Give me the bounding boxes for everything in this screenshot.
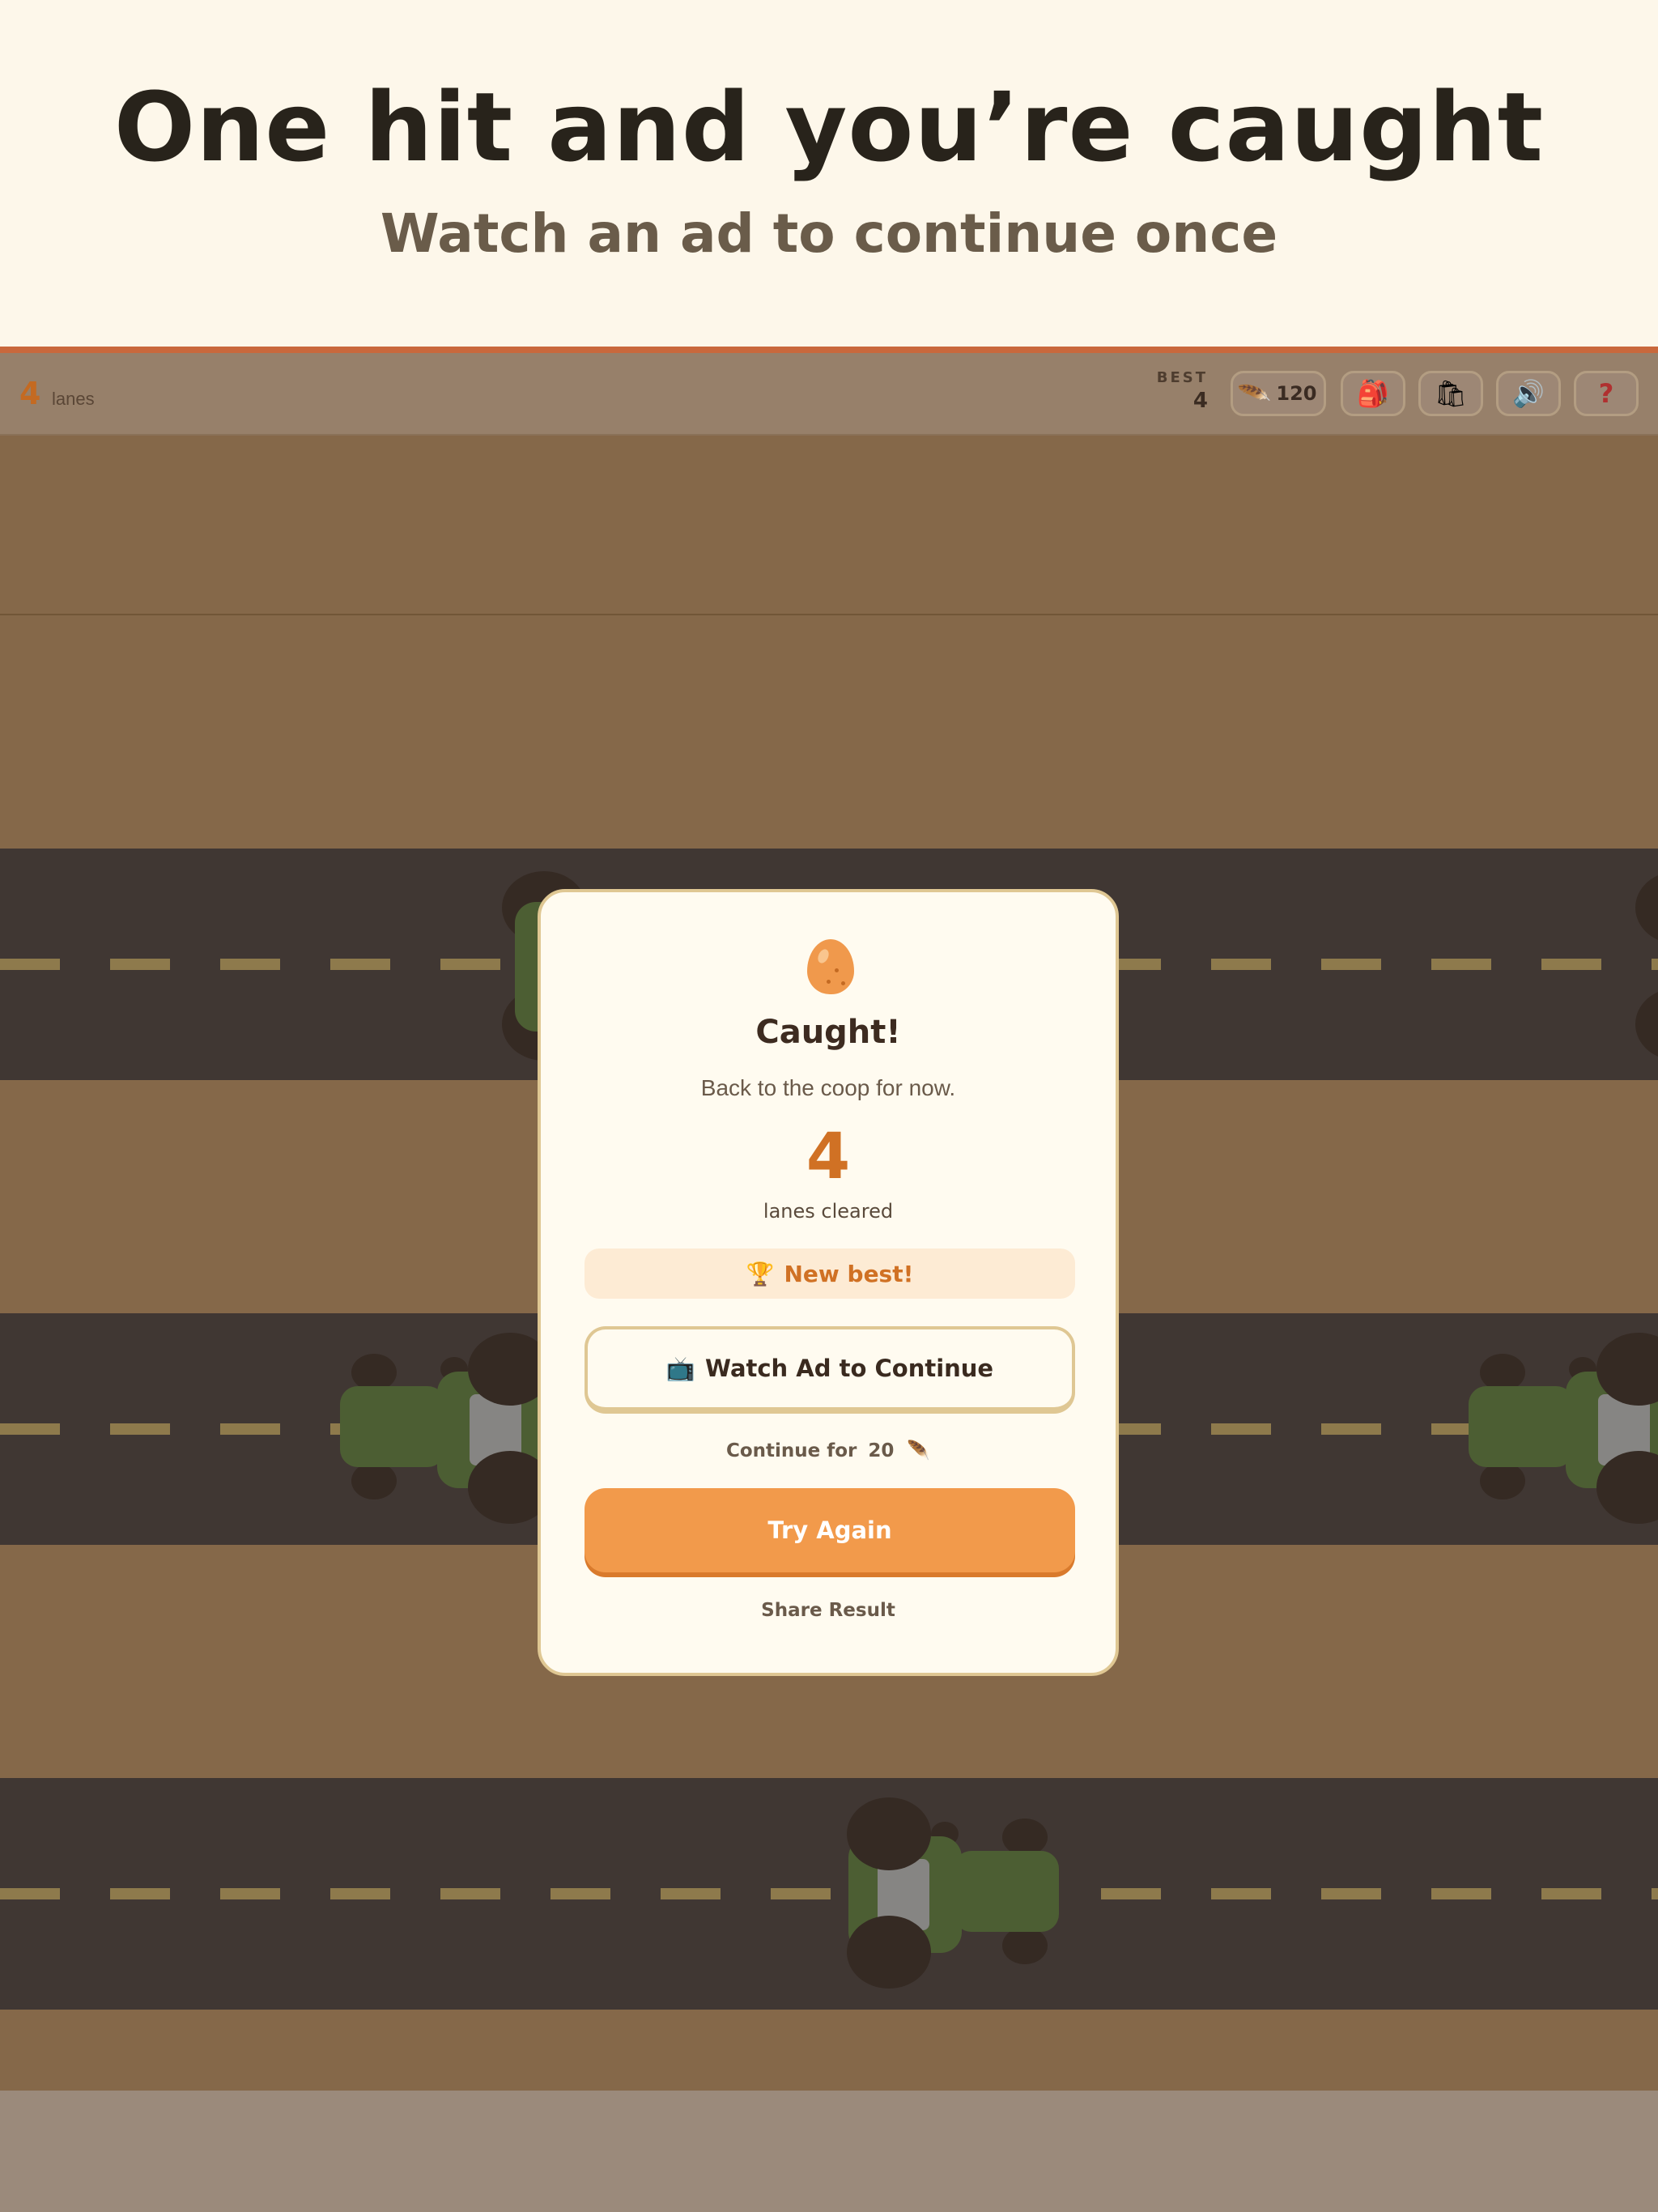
road-dash xyxy=(110,1888,170,1899)
lanes-count: 4 xyxy=(19,376,41,411)
road-dash xyxy=(1652,1888,1658,1899)
best-value: 4 xyxy=(1192,389,1208,413)
road-dash xyxy=(220,1423,280,1435)
road-dash xyxy=(110,959,170,970)
road-dash xyxy=(1211,959,1271,970)
road-dash xyxy=(0,959,60,970)
inventory-button[interactable]: 🎒 xyxy=(1341,371,1405,416)
game-over-dialog: Caught! Back to the coop for now. 4 lane… xyxy=(538,889,1119,1676)
help-button[interactable]: ? xyxy=(1574,371,1639,416)
lane-divider xyxy=(0,614,1658,615)
road-dash xyxy=(1431,959,1491,970)
road-dash xyxy=(661,1888,721,1899)
promo-banner: One hit and you’re caught Watch an ad to… xyxy=(0,0,1658,347)
shopping-bag-icon: 🛍 xyxy=(1434,378,1468,409)
watch-ad-label: Watch Ad to Continue xyxy=(704,1355,994,1382)
road-dash xyxy=(1211,1423,1271,1435)
road-dash xyxy=(1101,1888,1161,1899)
feather-icon: 🪶 xyxy=(907,1440,931,1461)
promo-subtitle: Watch an ad to continue once xyxy=(380,202,1278,265)
dialog-message: Back to the coop for now. xyxy=(700,1075,956,1100)
road-dash xyxy=(1321,1423,1381,1435)
lanes-label: lanes xyxy=(52,389,95,409)
sidewalk xyxy=(0,2091,1658,2212)
promo-divider xyxy=(0,347,1658,353)
road-dash xyxy=(330,1888,390,1899)
shop-button[interactable]: 🛍 xyxy=(1418,371,1483,416)
road-dash xyxy=(1541,1888,1601,1899)
road-dash xyxy=(1321,959,1381,970)
road-dash xyxy=(330,959,390,970)
feather-balance-button[interactable]: 🪶 120 xyxy=(1231,371,1326,416)
new-best-badge: 🏆 New best! xyxy=(585,1249,1075,1299)
tractor xyxy=(818,1797,1061,1992)
road-dash xyxy=(440,959,500,970)
question-icon: ? xyxy=(1598,378,1614,409)
watch-ad-button[interactable]: 📺 Watch Ad to Continue xyxy=(585,1326,1075,1414)
promo-title: One hit and you’re caught xyxy=(113,71,1545,183)
road-dash xyxy=(1211,1888,1271,1899)
road-dash xyxy=(220,959,280,970)
grass-lane xyxy=(0,2010,1658,2092)
hud-bar: 4 lanes BEST 4 🪶 120 🎒 🛍 🔊 ? xyxy=(0,353,1658,436)
new-best-label: New best! xyxy=(784,1260,914,1287)
road-dash xyxy=(0,1888,60,1899)
backpack-icon: 🎒 xyxy=(1357,378,1389,409)
road-dash xyxy=(0,1423,60,1435)
road-dash xyxy=(1431,1888,1491,1899)
road-dash xyxy=(220,1888,280,1899)
share-result-link[interactable]: Share Result xyxy=(541,1600,1116,1621)
speaker-icon: 🔊 xyxy=(1512,378,1545,409)
road-dash xyxy=(551,1888,610,1899)
road-dash xyxy=(110,1423,170,1435)
continue-cost-line: Continue for 20 🪶 xyxy=(541,1440,1116,1461)
try-again-button[interactable]: Try Again xyxy=(585,1488,1075,1572)
trophy-icon: 🏆 xyxy=(746,1260,775,1287)
continue-cost: 20 xyxy=(868,1440,895,1461)
score-label: lanes cleared xyxy=(763,1200,894,1223)
tv-icon: 📺 xyxy=(665,1354,695,1382)
egg-icon xyxy=(807,939,854,994)
dialog-title: Caught! xyxy=(755,1014,901,1051)
road-dash xyxy=(1321,1888,1381,1899)
tractor xyxy=(1467,1333,1658,1527)
try-again-label: Try Again xyxy=(767,1516,892,1544)
score-value: 4 xyxy=(806,1121,851,1193)
road-dash xyxy=(1541,959,1601,970)
feather-icon: 🪶 xyxy=(1235,376,1272,411)
best-label: BEST xyxy=(1156,369,1208,386)
sound-toggle-button[interactable]: 🔊 xyxy=(1496,371,1561,416)
feather-count: 120 xyxy=(1276,382,1317,405)
road-dash xyxy=(440,1888,500,1899)
tractor xyxy=(1635,870,1658,1064)
continue-label: Continue for xyxy=(725,1440,857,1461)
